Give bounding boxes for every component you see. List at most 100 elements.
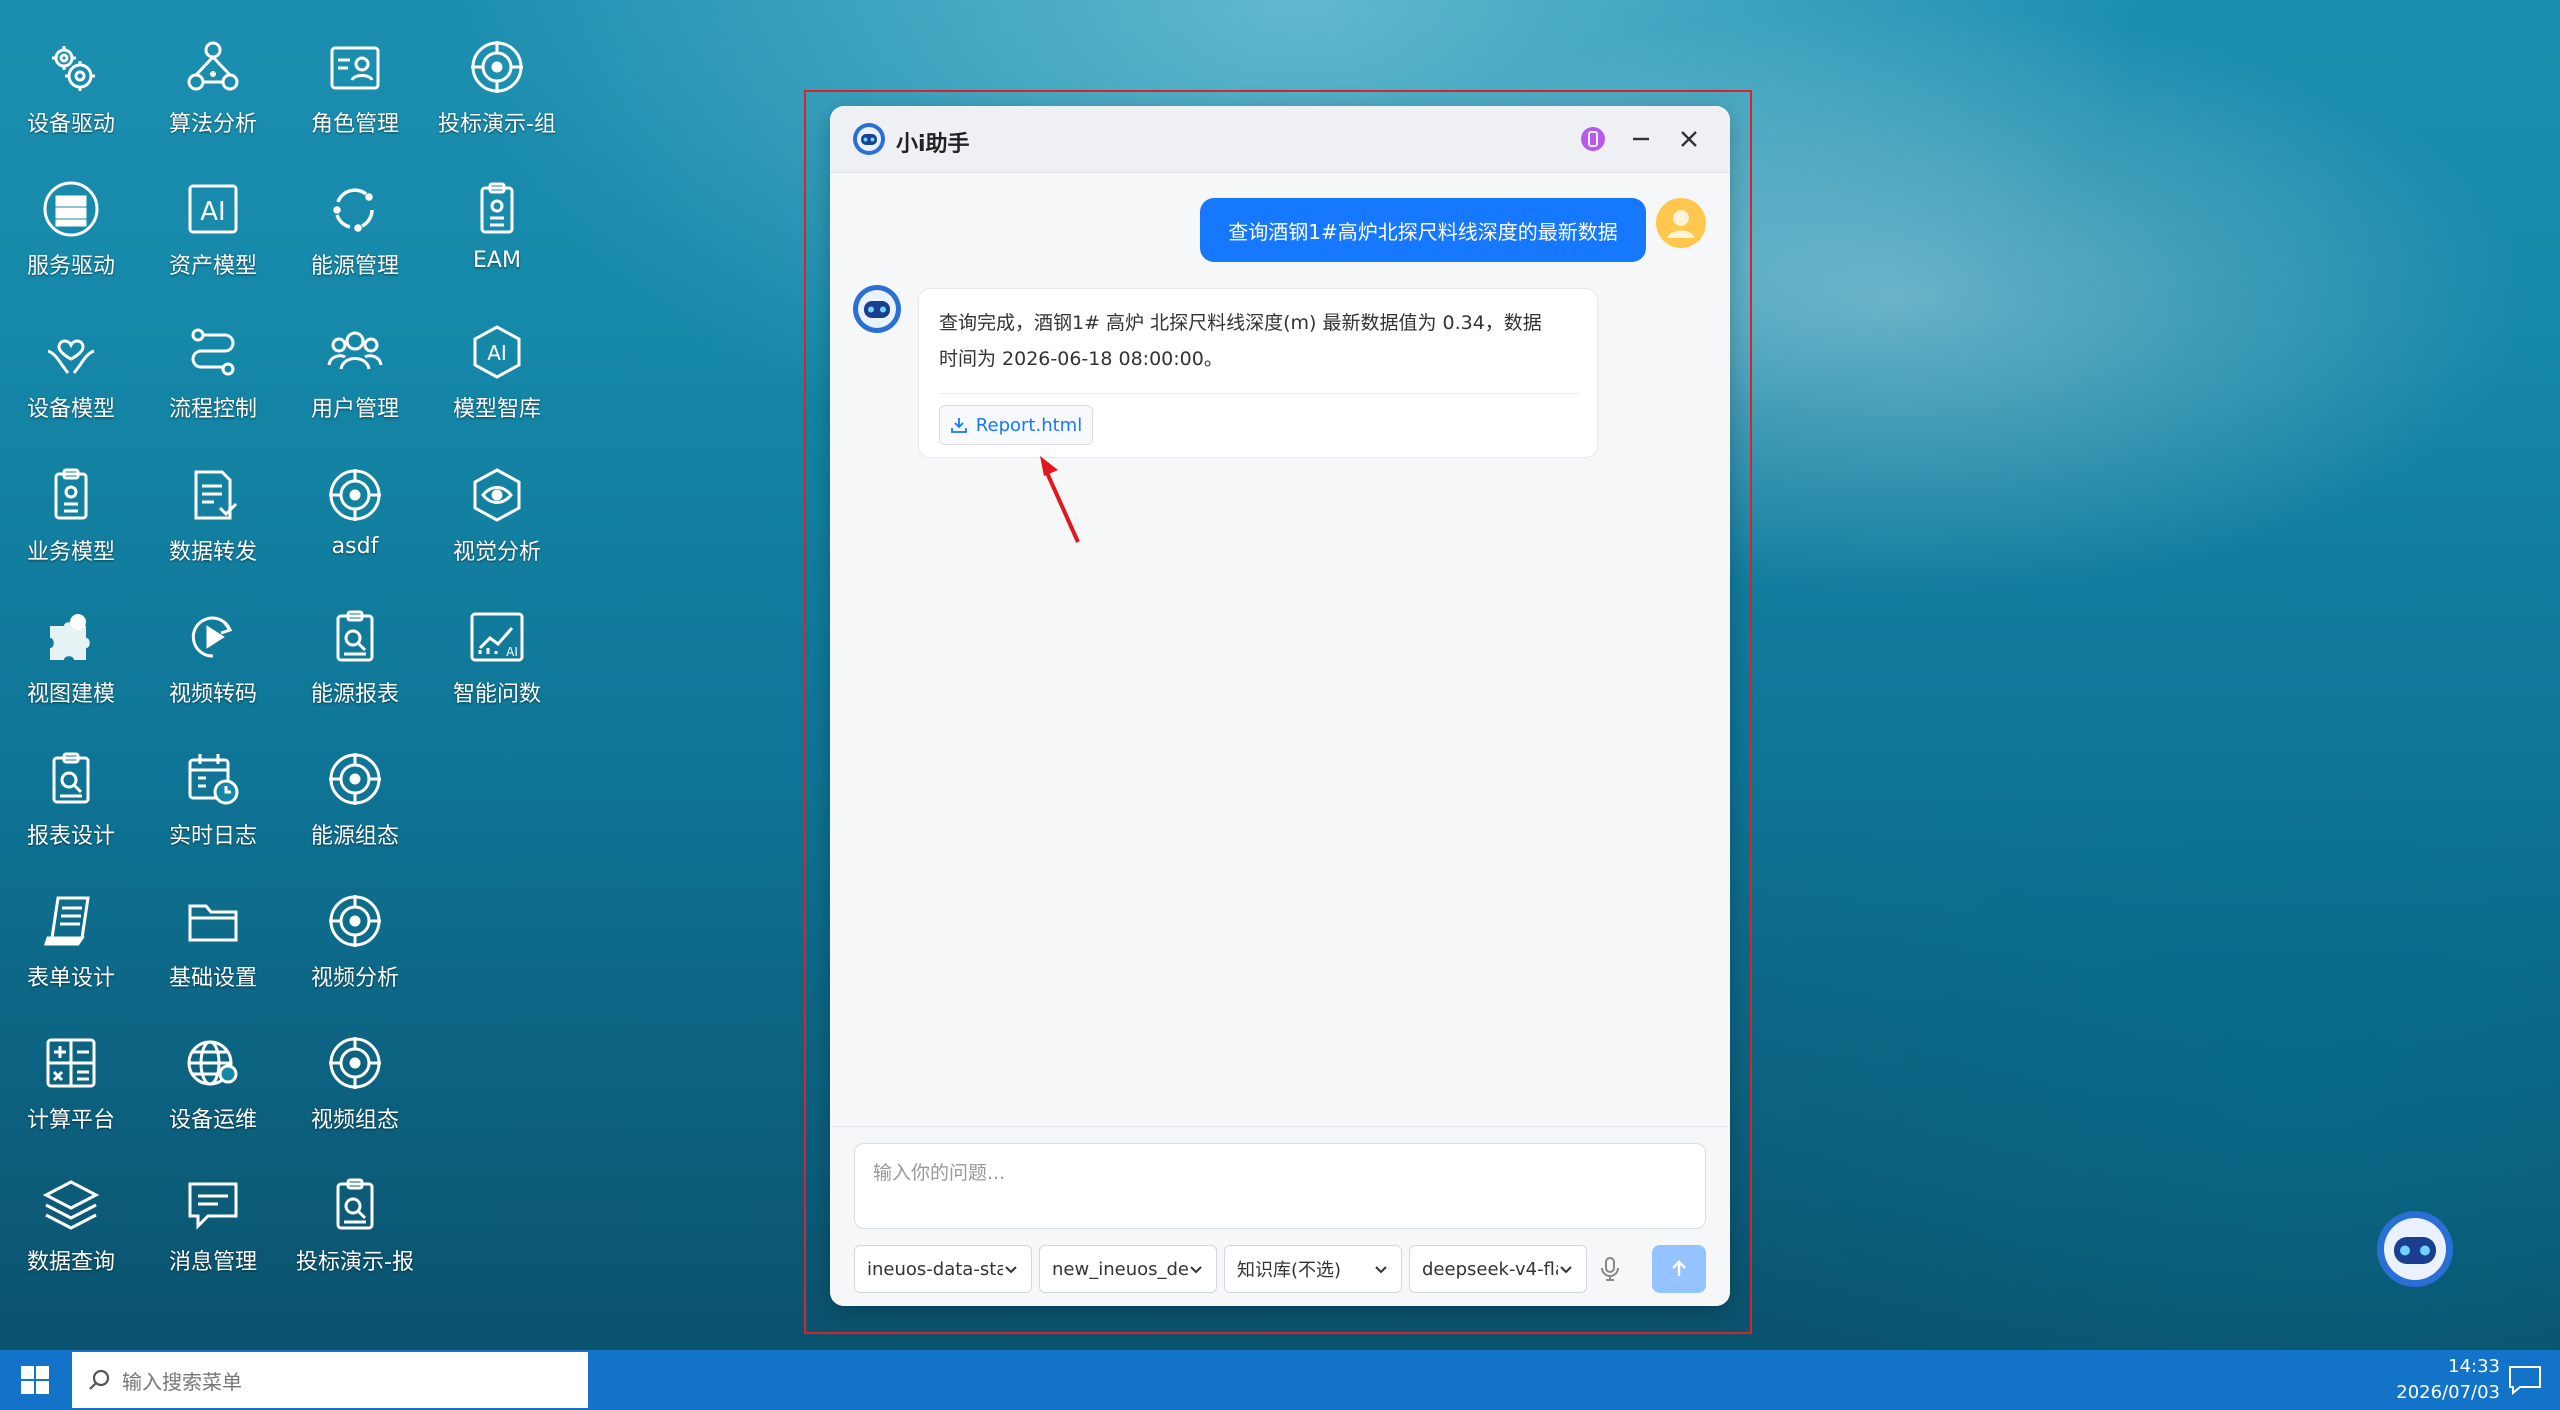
ai-hex-icon: AI <box>473 325 521 379</box>
desktop-icon-business-model[interactable]: 业务模型 <box>6 458 136 588</box>
desktop-icon-label: 模型智库 <box>452 397 541 422</box>
desktop-icon-energy-report[interactable]: 能源报表 <box>290 600 420 730</box>
desktop-icon-label: 视觉分析 <box>452 540 541 565</box>
desktop-icon-report-design[interactable]: 报表设计 <box>6 742 136 872</box>
desktop-icon-video-config[interactable]: 视频组态 <box>290 1026 420 1156</box>
desktop-icon-label: 计算平台 <box>26 1108 115 1133</box>
desktop-icon-data-forward[interactable]: 数据转发 <box>148 458 278 588</box>
desktop-icon-flow-control[interactable]: 流程控制 <box>148 315 278 445</box>
layers-icon <box>42 1180 100 1230</box>
start-button[interactable] <box>0 1350 70 1410</box>
globe-gear-icon <box>187 1040 238 1086</box>
desktop-icon-form-design[interactable]: 表单设计 <box>6 884 136 1014</box>
arrow-up-icon <box>1672 1260 1686 1276</box>
desktop-icon-label: 数据查询 <box>26 1250 115 1275</box>
document-icon <box>194 470 238 520</box>
calculator-icon <box>46 1038 96 1088</box>
desktop-icon-label: 消息管理 <box>168 1250 257 1275</box>
desktop-icon-label: 算法分析 <box>168 112 257 137</box>
hands-heart-icon <box>47 339 95 374</box>
desktop-icon-energy-config[interactable]: 能源组态 <box>290 742 420 872</box>
desktop-icon-label: 设备驱动 <box>26 112 115 137</box>
desktop-icon-view-modeling[interactable]: 视图建模 <box>6 600 136 730</box>
assistant-logo-icon <box>853 123 885 155</box>
desktop-icon-basic-settings[interactable]: 基础设置 <box>148 884 278 1014</box>
model-select[interactable]: deepseek-v4-flash <box>1409 1245 1587 1293</box>
search-icon <box>89 1369 110 1390</box>
system-clock[interactable]: 14:33 2026/07/03 <box>2370 1354 2500 1406</box>
chevron-down-icon <box>1005 1266 1017 1274</box>
taskbar: 输入搜索菜单 14:33 2026/07/03 <box>0 1350 2560 1410</box>
eye-hex-icon <box>473 468 521 522</box>
play-cycle-icon <box>191 616 233 658</box>
desktop-icon-service-driver[interactable]: 服务驱动 <box>6 172 136 302</box>
desktop-icon-asdf[interactable]: asdf <box>290 458 420 588</box>
search-placeholder: 输入搜索菜单 <box>122 1369 242 1394</box>
clipboard-icon <box>54 468 88 520</box>
desktop-icon-label: 视频转码 <box>168 682 257 707</box>
desktop-icon-message-management[interactable]: 消息管理 <box>148 1168 278 1298</box>
minimize-button[interactable] <box>1626 124 1656 154</box>
desktop-icon-role-management[interactable]: 角色管理 <box>290 30 420 160</box>
close-button[interactable] <box>1674 124 1704 154</box>
desktop-icon-label: 实时日志 <box>168 824 257 849</box>
users-icon <box>327 331 383 370</box>
desktop-icon-model-library[interactable]: AI 模型智库 <box>432 315 562 445</box>
desktop-icon-label: 基础设置 <box>168 966 257 991</box>
desktop-icon-device-ops[interactable]: 设备运维 <box>148 1026 278 1156</box>
desktop-icon-label: 能源报表 <box>310 682 399 707</box>
desktop-icon-eam[interactable]: EAM <box>432 172 562 302</box>
notification-icon[interactable] <box>2508 1364 2542 1396</box>
send-button[interactable] <box>1652 1245 1706 1293</box>
ai-box-icon: AI <box>188 184 238 234</box>
desktop-icon-asset-model[interactable]: AI 资产模型 <box>148 172 278 302</box>
desktop-icon-video-transcode[interactable]: 视频转码 <box>148 600 278 730</box>
knowledge-base-select[interactable]: 知识库(不选) <box>1224 1245 1402 1293</box>
desktop-icon-video-analysis[interactable]: 视频分析 <box>290 884 420 1014</box>
question-input[interactable]: 输入你的问题... <box>854 1143 1706 1229</box>
desktop-icon-device-model[interactable]: 设备模型 <box>6 315 136 445</box>
close-icon <box>1681 131 1697 147</box>
mobile-mode-button[interactable] <box>1578 124 1608 154</box>
windows-logo-icon <box>21 1366 49 1394</box>
desktop-icon-user-management[interactable]: 用户管理 <box>290 315 420 445</box>
desktop-icon-label: 智能问数 <box>452 682 541 707</box>
role-icon <box>330 46 380 90</box>
algorithm-icon <box>187 41 239 91</box>
desktop-icon-compute-platform[interactable]: 计算平台 <box>6 1026 136 1156</box>
desktop-icon-label: 表单设计 <box>26 966 115 991</box>
desktop-icon-bid-demo-group[interactable]: 投标演示-组 <box>432 30 562 160</box>
chat-input-area: 输入你的问题... ineuos-data-stats new_ineuos_d… <box>830 1126 1730 1306</box>
desktop-icon-algorithm-analysis[interactable]: 算法分析 <box>148 30 278 160</box>
bot-message-text: 查询完成，酒钢1# 高炉 北探尺料线深度(m) 最新数据值为 0.34，数据 时… <box>939 312 1542 370</box>
question-placeholder: 输入你的问题... <box>873 1162 1006 1184</box>
assistant-chat-window: 小i助手 查询酒钢1#高炉北探尺料线深度的最新数据 查询完成，酒钢1# 高炉 北… <box>830 106 1730 1306</box>
database-select[interactable]: new_ineuos_dev <box>1039 1245 1217 1293</box>
desktop-icon-label: 能源管理 <box>310 254 399 279</box>
floating-assistant-icon[interactable] <box>2376 1210 2454 1288</box>
desktop-icon-label: 投标演示-报 <box>296 1250 414 1275</box>
desktop-icon-energy-management[interactable]: 能源管理 <box>290 172 420 302</box>
desktop-icon-visual-analysis[interactable]: 视觉分析 <box>432 458 562 588</box>
desktop-icon-label: 用户管理 <box>310 397 399 422</box>
microphone-icon[interactable] <box>1596 1255 1624 1283</box>
desktop-icon-realtime-log[interactable]: 实时日志 <box>148 742 278 872</box>
target-icon <box>329 1037 381 1089</box>
desktop-icon-label: 视频分析 <box>310 966 399 991</box>
desktop-icon-label: 资产模型 <box>168 254 257 279</box>
svg-text:AI: AI <box>200 197 225 227</box>
chat-header: 小i助手 <box>830 106 1730 173</box>
bot-message-divider <box>939 393 1579 394</box>
desktop-icon-smart-query[interactable]: AI 智能问数 <box>432 600 562 730</box>
report-download-button[interactable]: Report.html <box>939 405 1093 445</box>
datasource-select[interactable]: ineuos-data-stats <box>854 1245 1032 1293</box>
desktop-icon-device-driver[interactable]: 设备驱动 <box>6 30 136 160</box>
cycle-icon <box>333 188 374 232</box>
report-filename: Report.html <box>975 414 1083 436</box>
desktop-icon-bid-demo-report[interactable]: 投标演示-报 <box>290 1168 420 1298</box>
clock-time: 14:33 <box>2448 1356 2500 1377</box>
chevron-down-icon <box>1190 1266 1202 1274</box>
desktop-icon-label: 报表设计 <box>26 824 115 849</box>
desktop-icon-data-query[interactable]: 数据查询 <box>6 1168 136 1298</box>
menu-search-input[interactable]: 输入搜索菜单 <box>72 1352 588 1408</box>
